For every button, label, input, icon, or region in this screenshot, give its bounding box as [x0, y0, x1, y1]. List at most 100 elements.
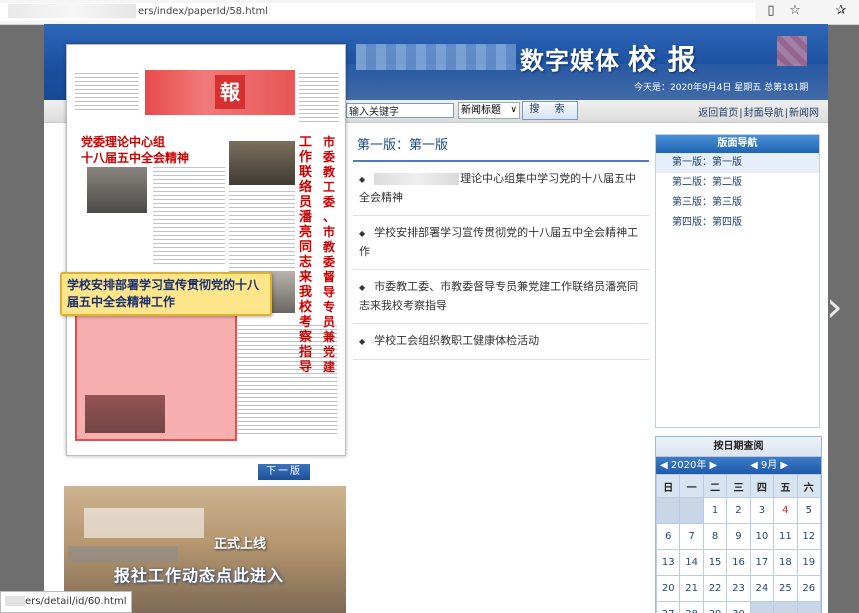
nav-item-page-4[interactable]: 第四版：第四版 [656, 213, 819, 233]
calendar-day[interactable]: 24 [749, 575, 775, 602]
page-nav-title: 版面导航 [656, 135, 819, 153]
calendar-week: 12345 [655, 497, 822, 524]
site-title: 数字媒体校 报 [520, 38, 697, 78]
year-label: 2020年 [670, 460, 707, 471]
calendar-day[interactable]: 1 [702, 497, 728, 524]
article-title: 学校工会组织教职工健康体检活动 [374, 334, 540, 347]
month-label: 9月 [760, 460, 778, 471]
page-nav-panel: 版面导航 第一版：第一版 第二版：第二版 第三版：第三版 第四版：第四版 [655, 134, 820, 428]
calendar-day[interactable]: 7 [679, 523, 704, 550]
calendar-day[interactable]: 10 [749, 523, 775, 550]
weekday: 三 [726, 474, 751, 498]
next-page-button[interactable]: 下一版 [258, 464, 310, 480]
bookmark-star-icon[interactable]: ☆ [786, 2, 804, 20]
cover-nav-link[interactable]: 封面导航 [744, 108, 784, 119]
text-lines [75, 73, 139, 113]
top-links: 返回首页|封面导航|新闻网 [698, 108, 819, 119]
calendar-day[interactable]: 21 [679, 575, 704, 602]
calendar-day[interactable]: 19 [796, 549, 822, 576]
month-nav[interactable]: ◀ 9月 ▶ [750, 457, 788, 474]
browser-toolbar: ers/index/paperId/58.html ▯ ☆ ✰ [0, 0, 859, 25]
blurred-logo [777, 36, 807, 66]
photo-person [87, 167, 147, 213]
calendar-week: 6 7 8 9 10 11 12 [655, 523, 822, 550]
right-sidebar: 版面导航 第一版：第一版 第二版：第二版 第三版：第三版 第四版：第四版 按日期… [655, 134, 822, 613]
calendar-day[interactable]: 18 [773, 549, 798, 576]
favorites-icon[interactable]: ✰ [832, 2, 850, 20]
bullet-icon: ◆ [359, 337, 366, 346]
news-site-link[interactable]: 新闻网 [789, 108, 819, 119]
search-field-value: 新闻标题 [461, 105, 501, 116]
search-field-select[interactable]: 新闻标题 ∨ [458, 102, 520, 119]
text-lines [153, 167, 225, 267]
nav-item-page-2[interactable]: 第二版：第二版 [656, 173, 819, 193]
newspaper-page-image[interactable]: 報 党委理论中心组 十八届五中全会精神 工作联络员潘亮同志来我校考察指导 市委教… [66, 44, 346, 456]
keyword-search-input[interactable] [346, 103, 454, 118]
article-item[interactable]: ◆ 学校安排部署学习宣传贯彻党的十八届五中全会精神工作 [353, 216, 649, 270]
calendar-day[interactable]: 4 [773, 497, 798, 524]
date-issue-text: 今天是：2020年9月4日 星期五 总第181期 [634, 83, 809, 93]
article-list: 第一版：第一版 ◆ 理论中心组集中学习党的十八届五中全会精神 ◆ 学校安排部署学习宣… [353, 132, 649, 360]
home-link[interactable]: 返回首页 [698, 108, 738, 119]
calendar-day[interactable]: 26 [796, 575, 822, 602]
site-title-main: 数字媒体 [520, 46, 620, 75]
calendar-nav: ◀ 2020年 ▶ ◀ 9月 ▶ [656, 457, 821, 474]
nav-item-page-3[interactable]: 第三版：第三版 [656, 193, 819, 213]
calendar-day[interactable]: 13 [655, 549, 681, 576]
calendar-day[interactable]: 17 [749, 549, 775, 576]
photo-meeting [229, 141, 295, 185]
article-item[interactable]: ◆ 理论中心组集中学习党的十八届五中全会精神 [353, 162, 649, 216]
address-bar[interactable]: ers/index/paperId/58.html [0, 3, 755, 21]
url-text: ers/index/paperId/58.html [138, 6, 269, 17]
weekday: 日 [655, 474, 681, 498]
calendar-day[interactable]: 6 [655, 523, 681, 550]
calendar-day[interactable]: 27 [655, 601, 681, 613]
calendar-day[interactable]: 28 [679, 601, 704, 613]
calendar-empty-cell [679, 497, 704, 524]
calendar-day[interactable]: 30 [726, 601, 751, 613]
calendar-day[interactable]: 9 [726, 523, 751, 550]
calendar-day[interactable]: 15 [702, 549, 728, 576]
text-lines [299, 73, 339, 123]
weekday: 四 [749, 474, 775, 498]
calendar-day[interactable]: 5 [796, 497, 822, 524]
calendar-day[interactable]: 20 [655, 575, 681, 602]
calendar-day[interactable]: 8 [702, 523, 728, 550]
weekday: 六 [796, 474, 822, 498]
blurred-school-name [356, 44, 516, 70]
calendar-day[interactable]: 11 [773, 523, 798, 550]
calendar-day[interactable]: 23 [726, 575, 751, 602]
calendar-day[interactable]: 29 [702, 601, 728, 613]
year-nav[interactable]: ◀ 2020年 ▶ [660, 457, 717, 474]
chevron-right-icon[interactable]: › [826, 282, 843, 331]
nav-item-page-1[interactable]: 第一版：第一版 [656, 153, 819, 173]
calendar-empty-cell [773, 601, 798, 613]
calendar-day[interactable]: 22 [702, 575, 728, 602]
calendar-empty-cell [796, 601, 822, 613]
headline-1: 党委理论中心组 [81, 135, 166, 149]
weekday: 五 [773, 474, 798, 498]
calendar-day[interactable]: 16 [726, 549, 751, 576]
banner-text-1: 正式上线 [214, 537, 267, 552]
bullet-icon: ◆ [359, 175, 366, 184]
calendar-day[interactable]: 3 [749, 497, 775, 524]
calendar-empty-cell [655, 497, 681, 524]
status-url: ers/detail/id/60.html [25, 596, 127, 607]
banner-text-2: 报社工作动态点此进入 [114, 566, 285, 585]
blurred-url-prefix [8, 4, 136, 18]
calendar-day[interactable]: 14 [679, 549, 704, 576]
calendar-week: 27282930 [655, 601, 822, 613]
article-title: 学校安排部署学习宣传贯彻党的十八届五中全会精神工作 [359, 226, 639, 258]
calendar-day[interactable]: 25 [773, 575, 798, 602]
article-item[interactable]: ◆ 市委教工委、市教委督导专员兼党建工作联络员潘亮同志来我校考察指导 [353, 270, 649, 324]
reader-view-icon[interactable]: ▯ [762, 2, 780, 20]
text-lines [237, 325, 337, 435]
search-button[interactable]: 搜 索 [522, 101, 578, 120]
masthead-logo: 報 [215, 75, 245, 109]
calendar-empty-cell [749, 601, 775, 613]
calendar-day[interactable]: 2 [726, 497, 751, 524]
article-tooltip: 学校安排部署学习宣传贯彻党的十八届五中全会精神工作 [60, 272, 272, 316]
weekday-row: 日 一 二 三 四 五 六 [655, 474, 822, 498]
calendar-day[interactable]: 12 [796, 523, 822, 550]
article-item[interactable]: ◆ 学校工会组织教职工健康体检活动 [353, 324, 649, 360]
